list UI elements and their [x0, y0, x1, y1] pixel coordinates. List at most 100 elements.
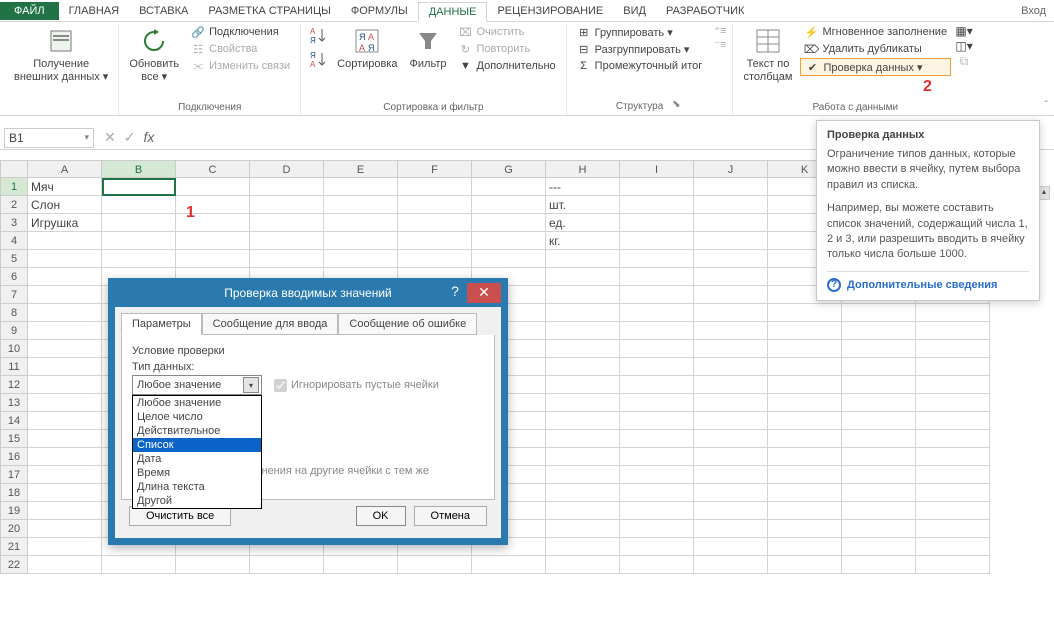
show-detail-icon[interactable]: ⁺≡ [714, 24, 726, 37]
cell-K8[interactable] [768, 304, 842, 322]
cell-F1[interactable] [398, 178, 472, 196]
ok-button[interactable]: OK [356, 506, 406, 526]
dialog-tab-settings[interactable]: Параметры [121, 313, 202, 335]
combo-option-3[interactable]: Список [133, 438, 261, 452]
col-header-H[interactable]: H [546, 160, 620, 178]
col-header-I[interactable]: I [620, 160, 694, 178]
cell-I22[interactable] [620, 556, 694, 574]
cell-L19[interactable] [842, 502, 916, 520]
tab-view[interactable]: ВИД [613, 2, 656, 20]
col-header-A[interactable]: A [28, 160, 102, 178]
cell-M17[interactable] [916, 466, 990, 484]
ignore-blank-input[interactable] [274, 379, 287, 392]
row-header-19[interactable]: 19 [0, 502, 28, 520]
dialog-close-button[interactable]: ✕ [467, 283, 501, 303]
cell-L12[interactable] [842, 376, 916, 394]
name-box-dropdown-icon[interactable]: ▾ [84, 132, 89, 143]
cell-H18[interactable] [546, 484, 620, 502]
tooltip-more-info-link[interactable]: ? Дополнительные сведения [827, 271, 1029, 292]
connections-button[interactable]: 🔗Подключения [187, 24, 294, 40]
dialog-help-button[interactable]: ? [443, 283, 467, 303]
cell-J5[interactable] [694, 250, 768, 268]
cell-M10[interactable] [916, 340, 990, 358]
cell-E2[interactable] [324, 196, 398, 214]
cell-B1[interactable] [102, 178, 176, 196]
cell-I16[interactable] [620, 448, 694, 466]
cell-F4[interactable] [398, 232, 472, 250]
cell-J9[interactable] [694, 322, 768, 340]
get-external-data-button[interactable]: Получение внешних данных ▾ [10, 24, 112, 86]
row-header-14[interactable]: 14 [0, 412, 28, 430]
cell-I19[interactable] [620, 502, 694, 520]
row-header-9[interactable]: 9 [0, 322, 28, 340]
cell-E3[interactable] [324, 214, 398, 232]
cell-I10[interactable] [620, 340, 694, 358]
tab-developer[interactable]: РАЗРАБОТЧИК [656, 2, 754, 20]
cell-J21[interactable] [694, 538, 768, 556]
cell-H12[interactable] [546, 376, 620, 394]
sort-button[interactable]: ЯААЯ Сортировка [333, 24, 401, 73]
cell-I11[interactable] [620, 358, 694, 376]
cell-A14[interactable] [28, 412, 102, 430]
refresh-all-button[interactable]: Обновить все ▾ [125, 24, 183, 86]
cell-L16[interactable] [842, 448, 916, 466]
cell-E5[interactable] [324, 250, 398, 268]
cell-I20[interactable] [620, 520, 694, 538]
cell-H15[interactable] [546, 430, 620, 448]
cell-A2[interactable]: Слон [28, 196, 102, 214]
whatif-button[interactable]: ◫▾ [957, 39, 971, 53]
tab-formulas[interactable]: ФОРМУЛЫ [341, 2, 418, 20]
tab-pagelayout[interactable]: РАЗМЕТКА СТРАНИЦЫ [198, 2, 340, 20]
cell-H19[interactable] [546, 502, 620, 520]
cell-H20[interactable] [546, 520, 620, 538]
cell-B22[interactable] [102, 556, 176, 574]
cell-L22[interactable] [842, 556, 916, 574]
data-validation-button[interactable]: ✔Проверка данных ▾ [800, 58, 951, 76]
signin-link[interactable]: Вход [1021, 5, 1046, 17]
cell-C4[interactable] [176, 232, 250, 250]
cell-B3[interactable] [102, 214, 176, 232]
cell-D2[interactable] [250, 196, 324, 214]
cell-I1[interactable] [620, 178, 694, 196]
cell-A10[interactable] [28, 340, 102, 358]
cell-A21[interactable] [28, 538, 102, 556]
consolidate-button[interactable]: ▦▾ [957, 24, 971, 38]
cell-J14[interactable] [694, 412, 768, 430]
cell-A1[interactable]: Мяч [28, 178, 102, 196]
cell-A12[interactable] [28, 376, 102, 394]
dialog-tab-error-alert[interactable]: Сообщение об ошибке [338, 313, 477, 335]
cell-M16[interactable] [916, 448, 990, 466]
cell-D4[interactable] [250, 232, 324, 250]
clear-all-button[interactable]: Очистить все [129, 506, 231, 526]
cell-H9[interactable] [546, 322, 620, 340]
edit-links-button[interactable]: ⫘Изменить связи [187, 58, 294, 74]
cell-A4[interactable] [28, 232, 102, 250]
cell-J15[interactable] [694, 430, 768, 448]
cell-H10[interactable] [546, 340, 620, 358]
data-type-combo[interactable]: Любое значение ▾ Любое значениеЦелое чис… [132, 375, 262, 395]
cell-M12[interactable] [916, 376, 990, 394]
cell-B2[interactable] [102, 196, 176, 214]
cell-I15[interactable] [620, 430, 694, 448]
hide-detail-icon[interactable]: ⁻≡ [714, 38, 726, 51]
cell-K22[interactable] [768, 556, 842, 574]
cell-L20[interactable] [842, 520, 916, 538]
cell-G4[interactable] [472, 232, 546, 250]
col-header-C[interactable]: C [176, 160, 250, 178]
cancel-button[interactable]: Отмена [414, 506, 487, 526]
tab-data[interactable]: ДАННЫЕ [418, 2, 488, 22]
cell-I5[interactable] [620, 250, 694, 268]
cell-K19[interactable] [768, 502, 842, 520]
cell-L9[interactable] [842, 322, 916, 340]
tab-insert[interactable]: ВСТАВКА [129, 2, 198, 20]
relationships-button[interactable]: ⧉ [957, 54, 971, 68]
cell-H1[interactable]: --- [546, 178, 620, 196]
cell-K11[interactable] [768, 358, 842, 376]
cell-A20[interactable] [28, 520, 102, 538]
cell-K13[interactable] [768, 394, 842, 412]
cell-J18[interactable] [694, 484, 768, 502]
row-header-21[interactable]: 21 [0, 538, 28, 556]
advanced-filter-button[interactable]: ▼Дополнительно [455, 58, 560, 74]
dialog-tab-input-message[interactable]: Сообщение для ввода [202, 313, 339, 335]
cell-J6[interactable] [694, 268, 768, 286]
